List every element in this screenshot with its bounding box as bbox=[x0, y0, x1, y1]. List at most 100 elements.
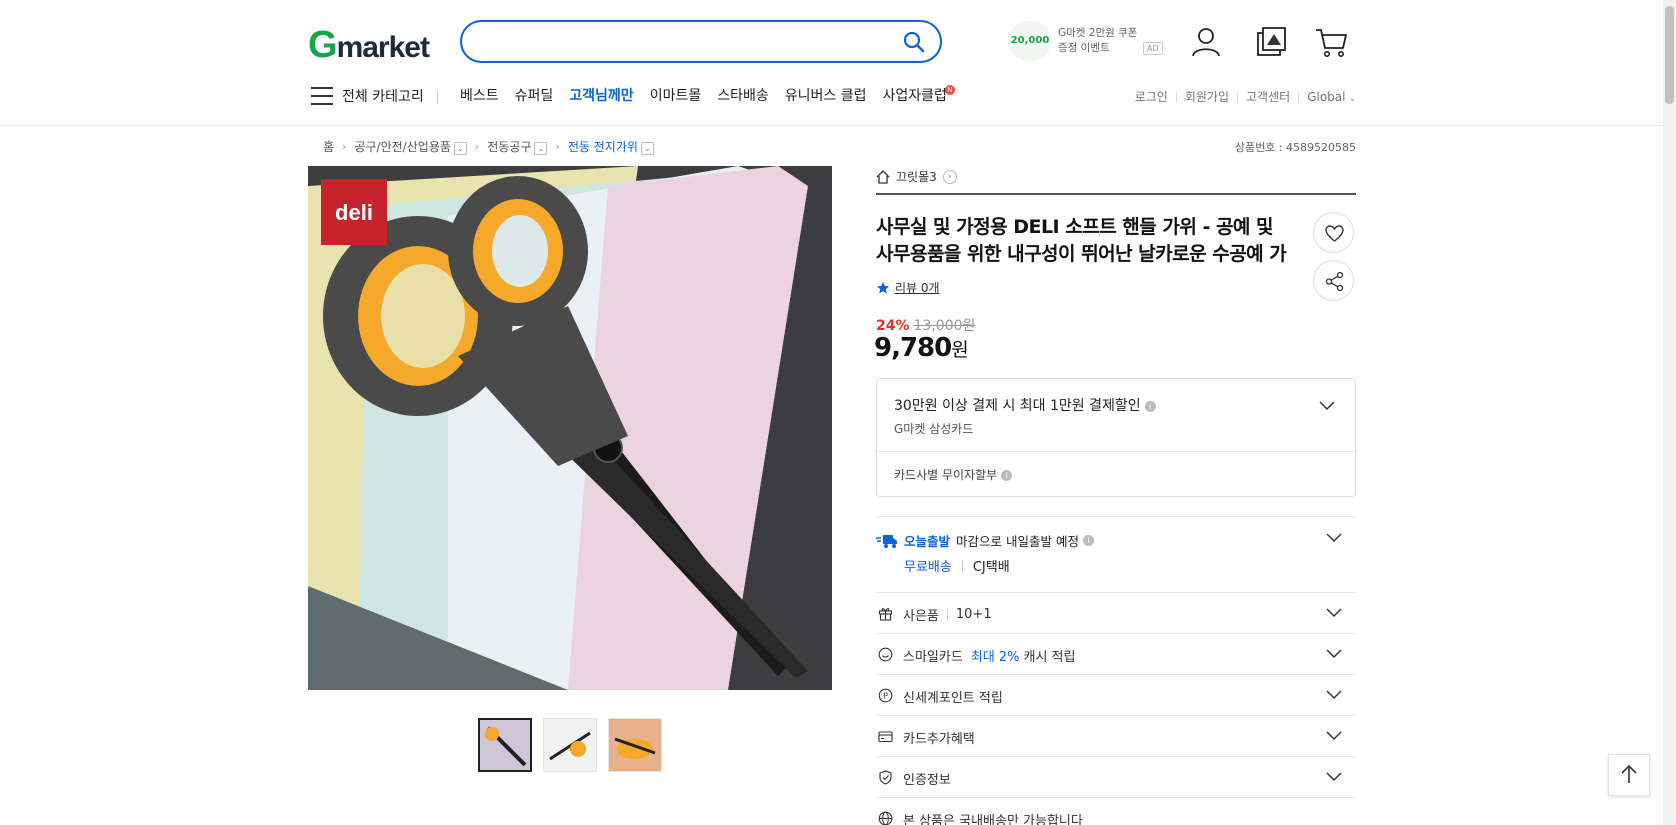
chevron-down-icon[interactable] bbox=[1319, 401, 1335, 411]
wishlist-button[interactable] bbox=[1313, 212, 1354, 253]
nav-superdeal[interactable]: 슈퍼딜 bbox=[515, 85, 554, 105]
customer-center-link[interactable]: 고객센터 bbox=[1246, 88, 1290, 105]
scrollbar-thumb[interactable] bbox=[1665, 6, 1674, 104]
chevron-right-icon: › bbox=[942, 169, 957, 184]
product-main-image[interactable]: deli bbox=[308, 166, 832, 690]
search-bar bbox=[460, 20, 942, 63]
free-shipping: 무료배송 bbox=[904, 560, 952, 575]
domestic-shipping-label: 본 상품은 국내배송만 가능합니다 bbox=[903, 814, 1083, 825]
today-shipping-label: 오늘출발 bbox=[904, 534, 951, 549]
globe-icon bbox=[878, 811, 893, 825]
chevron-down-icon[interactable] bbox=[1326, 533, 1342, 543]
search-icon[interactable] bbox=[902, 30, 926, 54]
nav-universe-club[interactable]: 유니버스 클럽 bbox=[785, 85, 867, 105]
thumbnail-strip bbox=[478, 718, 662, 772]
domestic-shipping-row: 본 상품은 국내배송만 가능합니다 bbox=[876, 797, 1356, 825]
certification-row[interactable]: 인증정보 bbox=[876, 756, 1356, 797]
nav-for-you[interactable]: 고객님께만 bbox=[569, 85, 633, 105]
thumbnail[interactable] bbox=[543, 718, 597, 772]
menu-icon[interactable] bbox=[310, 86, 334, 106]
share-button[interactable] bbox=[1313, 260, 1354, 301]
smile-card-row[interactable]: 스마일카드 최대 2% 캐시 적립 bbox=[876, 633, 1356, 674]
all-categories-button[interactable]: 전체 카테고리 bbox=[342, 86, 424, 106]
cart-icon[interactable] bbox=[1314, 25, 1348, 59]
shipping-schedule: 마감으로 내일출발 예정 bbox=[956, 534, 1079, 549]
gmarket-logo[interactable]: Gmarket bbox=[308, 24, 430, 67]
point-label: 신세계포인트 적립 bbox=[903, 691, 1003, 706]
breadcrumb: 홈 › 공구/안전/산업용품 ⌄ › 전동공구 ⌄ › 전동 전지가위 ⌄ bbox=[323, 138, 654, 155]
info-icon[interactable]: i bbox=[1144, 400, 1156, 412]
chevron-down-icon bbox=[1326, 608, 1342, 618]
gift-row[interactable]: 사은품 10+1 bbox=[876, 592, 1356, 633]
arrow-up-icon bbox=[1621, 764, 1637, 783]
card-benefit-box[interactable]: 30만원 이상 결제 시 최대 1만원 결제할인 i G마켓 삼성카드 카드사별 … bbox=[876, 378, 1356, 497]
search-input[interactable] bbox=[480, 30, 900, 54]
ad-badge: AD bbox=[1143, 42, 1163, 55]
shield-check-icon bbox=[879, 770, 892, 785]
signup-link[interactable]: 회원가입 bbox=[1185, 88, 1229, 105]
chevron-down-icon bbox=[1326, 690, 1342, 700]
share-icon bbox=[1325, 271, 1344, 292]
user-icon[interactable] bbox=[1189, 25, 1223, 59]
nav-star-delivery[interactable]: 스타배송 bbox=[717, 85, 769, 105]
star-icon bbox=[877, 281, 889, 293]
info-icon[interactable]: i bbox=[1082, 535, 1094, 546]
scissors-product-photo: deli bbox=[308, 166, 832, 690]
thumbnail[interactable] bbox=[608, 718, 662, 772]
chevron-right-icon: › bbox=[555, 140, 560, 153]
dropdown-icon[interactable]: ⌄ bbox=[534, 142, 548, 155]
card-extra-label: 카드추가혜택 bbox=[903, 732, 975, 747]
shinsegae-point-row[interactable]: P 신세계포인트 적립 bbox=[876, 674, 1356, 715]
utility-links: 로그인 회원가입 고객센터 Global ⌄ bbox=[1135, 88, 1356, 105]
shop-link[interactable]: 끄릿몰3 › bbox=[876, 168, 1356, 185]
dropdown-icon[interactable]: ⌄ bbox=[453, 142, 467, 155]
chevron-down-icon bbox=[1326, 649, 1342, 659]
page: Gmarket 20,000 G마켓 2만원 쿠폰 증정 이벤트 AD 전체 카 bbox=[0, 0, 1676, 825]
dropdown-icon[interactable]: ⌄ bbox=[640, 142, 654, 155]
certification-label: 인증정보 bbox=[903, 773, 951, 788]
installment-text: 카드사별 무이자할부 bbox=[894, 468, 998, 482]
courier-name: CJ택배 bbox=[972, 560, 1010, 575]
nav-emart[interactable]: 이마트몰 bbox=[650, 85, 702, 105]
info-icon[interactable]: i bbox=[1001, 470, 1013, 481]
main-nav: 베스트 슈퍼딜 고객님께만 이마트몰 스타배송 유니버스 클럽 사업자클럽N bbox=[460, 85, 955, 105]
breadcrumb-home[interactable]: 홈 bbox=[323, 138, 334, 155]
global-link[interactable]: Global ⌄ bbox=[1307, 90, 1356, 104]
original-price: 13,000원 bbox=[913, 318, 976, 334]
breadcrumb-current[interactable]: 전동 전지가위 ⌄ bbox=[568, 138, 654, 155]
breadcrumb-item[interactable]: 공구/안전/산업용품 ⌄ bbox=[354, 138, 467, 155]
coupon-promo-banner[interactable]: 20,000 G마켓 2만원 쿠폰 증정 이벤트 bbox=[1008, 21, 1158, 61]
point-icon: P bbox=[878, 688, 893, 703]
heart-icon bbox=[1325, 225, 1344, 242]
smile-card-label: 스마일카드 bbox=[903, 650, 963, 665]
shipping-section[interactable]: 오늘출발 마감으로 내일출발 예정 i 무료배송 CJ택배 bbox=[876, 516, 1356, 592]
credit-card-icon bbox=[878, 731, 893, 743]
scroll-to-top-button[interactable] bbox=[1608, 754, 1650, 796]
new-badge: N bbox=[944, 85, 955, 95]
review-link[interactable]: 리뷰 0개 bbox=[876, 279, 940, 296]
discount-rate: 24% bbox=[876, 318, 910, 334]
recent-items-icon[interactable] bbox=[1255, 25, 1289, 59]
promo-line2: 증정 이벤트 bbox=[1058, 42, 1110, 54]
card-extra-benefit-row[interactable]: 카드추가혜택 bbox=[876, 715, 1356, 756]
breadcrumb-item[interactable]: 전동공구 ⌄ bbox=[487, 138, 548, 155]
coupon-badge: 20,000 bbox=[1008, 21, 1052, 61]
nav-divider bbox=[437, 90, 438, 104]
card-name: G마켓 삼성카드 bbox=[894, 422, 974, 436]
chevron-right-icon: › bbox=[474, 140, 480, 153]
login-link[interactable]: 로그인 bbox=[1135, 88, 1168, 105]
nav-best[interactable]: 베스트 bbox=[460, 85, 499, 105]
nav-business-club[interactable]: 사업자클럽N bbox=[882, 85, 955, 105]
promo-line1: G마켓 2만원 쿠폰 bbox=[1058, 27, 1138, 39]
gift-label: 사은품 bbox=[903, 609, 939, 624]
gift-value: 10+1 bbox=[955, 607, 992, 622]
card-discount-text: 30만원 이상 결제 시 최대 1만원 결제할인 bbox=[894, 398, 1141, 414]
review-count: 리뷰 0개 bbox=[895, 281, 940, 295]
scrollbar-track[interactable] bbox=[1663, 0, 1676, 825]
thumbnail[interactable] bbox=[478, 718, 532, 772]
chevron-down-icon bbox=[1326, 731, 1342, 741]
chevron-right-icon: › bbox=[342, 140, 347, 153]
price-row: 24% 13,000원 bbox=[876, 315, 975, 335]
sale-price: 9,780원 bbox=[874, 333, 969, 363]
gift-icon bbox=[878, 608, 893, 621]
